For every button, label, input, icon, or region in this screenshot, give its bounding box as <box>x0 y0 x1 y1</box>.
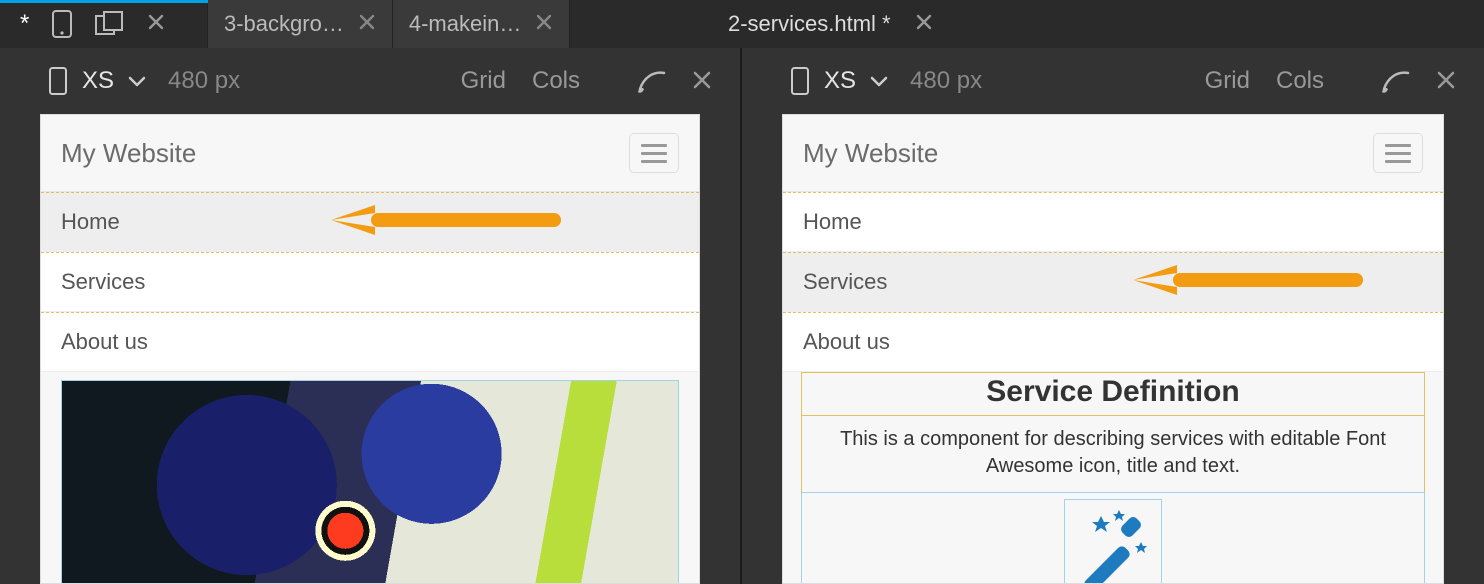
viewport-width: 480 px <box>168 67 240 95</box>
close-icon[interactable] <box>692 66 712 97</box>
nav-item-home[interactable]: Home <box>41 192 699 252</box>
chevron-down-icon[interactable] <box>870 67 888 95</box>
nav-label: Home <box>803 209 862 234</box>
modified-asterisk: * <box>20 10 29 38</box>
tab-label: 4-makein… <box>409 11 521 37</box>
nav-label: Services <box>803 269 887 294</box>
site-header: My Website <box>783 115 1443 192</box>
tab-4-makein[interactable]: 4-makein… <box>393 0 570 48</box>
nav-item-services[interactable]: Services <box>783 252 1443 312</box>
nav-list: Home Services About us <box>41 192 699 372</box>
nav-label: About us <box>803 329 890 354</box>
preview-toolbar: XS 480 px Grid Cols <box>742 48 1484 114</box>
annotation-arrow <box>331 203 561 237</box>
service-description: This is a component for describing servi… <box>802 416 1424 492</box>
preview-viewport: My Website Home Services About us <box>40 114 700 584</box>
site-header: My Website <box>41 115 699 192</box>
brush-icon[interactable] <box>1378 67 1414 95</box>
nav-item-services[interactable]: Services <box>41 252 699 312</box>
preview-pane-left: XS 480 px Grid Cols My Website Home <box>0 48 742 584</box>
magic-wand-icon[interactable] <box>1064 499 1162 584</box>
grid-toggle[interactable]: Grid <box>1205 67 1250 95</box>
tab-3-background[interactable]: 3-backgro… <box>208 0 393 48</box>
close-icon[interactable] <box>915 11 933 37</box>
phone-icon <box>51 9 73 39</box>
hero-image[interactable] <box>61 380 679 584</box>
hamburger-menu[interactable] <box>629 133 679 173</box>
brush-icon[interactable] <box>634 67 670 95</box>
preview-toolbar: XS 480 px Grid Cols <box>0 48 740 114</box>
breakpoint-label[interactable]: XS <box>824 67 856 95</box>
chevron-down-icon[interactable] <box>128 67 146 95</box>
preview-pane-right: XS 480 px Grid Cols My Website Home <box>742 48 1484 584</box>
cols-toggle[interactable]: Cols <box>1276 67 1324 95</box>
nav-item-about[interactable]: About us <box>783 312 1443 372</box>
tab-label: 3-backgro… <box>224 11 344 37</box>
site-title: My Website <box>803 138 938 169</box>
close-icon[interactable] <box>535 11 553 37</box>
nav-list: Home Services About us <box>783 192 1443 372</box>
preview-viewport: My Website Home Services About us Servic… <box>782 114 1444 584</box>
service-heading: Service Definition <box>802 373 1424 416</box>
active-tab-indicator <box>0 0 208 3</box>
close-icon[interactable] <box>1436 66 1456 97</box>
breakpoint-label[interactable]: XS <box>82 67 114 95</box>
hamburger-menu[interactable] <box>1373 133 1423 173</box>
viewport-width: 480 px <box>910 67 982 95</box>
editor-tab-strip: * 3-backgro… 4-makein… 2-services.html * <box>0 0 1484 48</box>
nav-item-home[interactable]: Home <box>783 192 1443 252</box>
nav-label: Services <box>61 269 145 294</box>
cols-toggle[interactable]: Cols <box>532 67 580 95</box>
multi-window-icon <box>95 11 125 37</box>
phone-icon <box>48 66 68 96</box>
nav-label: About us <box>61 329 148 354</box>
service-definition-block[interactable]: Service Definition This is a component f… <box>801 372 1425 493</box>
grid-toggle[interactable]: Grid <box>461 67 506 95</box>
tab-current-file[interactable]: * <box>0 0 208 48</box>
tab-label: 2-services.html * <box>728 11 891 37</box>
tab-2-services[interactable]: 2-services.html * <box>712 0 949 48</box>
close-icon[interactable] <box>147 11 165 37</box>
phone-icon <box>790 66 810 96</box>
nav-label: Home <box>61 209 120 234</box>
annotation-arrow <box>1133 263 1363 297</box>
nav-item-about[interactable]: About us <box>41 312 699 372</box>
site-title: My Website <box>61 138 196 169</box>
service-icon-row <box>801 493 1425 584</box>
close-icon[interactable] <box>358 11 376 37</box>
